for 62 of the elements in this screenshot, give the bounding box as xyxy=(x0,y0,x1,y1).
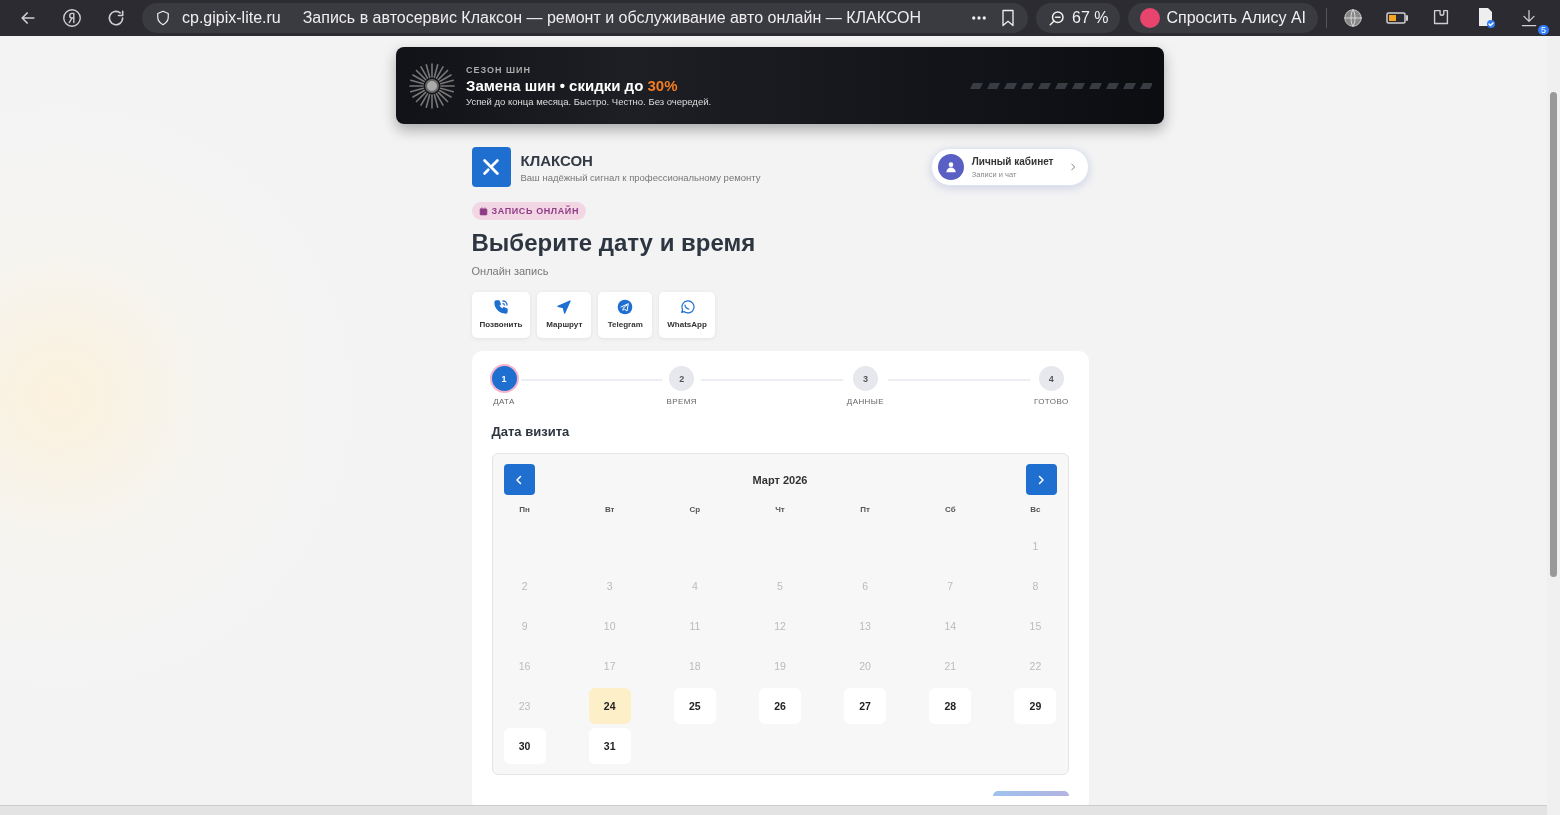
calendar-day[interactable]: 27 xyxy=(844,688,887,724)
section-title: Дата визита xyxy=(491,424,571,439)
shield-icon xyxy=(154,9,172,27)
page-title: Запись в автосервис Клаксон — ремонт и обслуживание авто онлайн — КЛАКСОН xyxy=(302,9,922,27)
assistant-button[interactable]: Спросить Алису AI xyxy=(1128,3,1319,33)
calendar-day[interactable]: 31 xyxy=(588,728,631,764)
weekday-label: Пт xyxy=(859,505,871,516)
chat-phone-icon xyxy=(679,299,696,315)
brand-tagline: Ваш надёжный сигнал к профессиональному ремонту xyxy=(520,171,761,183)
zoom-out-icon xyxy=(1048,9,1066,27)
horizontal-scrollbar[interactable] xyxy=(0,805,1547,815)
person-icon xyxy=(943,160,958,174)
previous-month-button[interactable] xyxy=(503,464,535,495)
phone-icon xyxy=(492,299,509,315)
calendar-day[interactable]: 28 xyxy=(929,688,972,724)
calendar-icon xyxy=(478,206,488,216)
step-indicator: 2 ВРЕМЯ xyxy=(666,366,697,406)
brand-name: КЛАКСОН xyxy=(520,151,594,169)
downloads-count: 5 xyxy=(1538,25,1550,35)
page-subheading: Онлайн запись xyxy=(471,265,550,277)
banner-headline: Замена шин • скидки до 30% xyxy=(466,76,679,94)
step-indicator: 3 ДАННЫЕ xyxy=(846,366,884,406)
step-indicator: 1 ДАТА xyxy=(491,366,517,406)
step-number: 2 xyxy=(669,366,695,391)
tire-icon xyxy=(408,61,456,110)
downloads-button[interactable]: 5 xyxy=(1511,3,1548,33)
calendar-day[interactable]: 25 xyxy=(673,688,716,724)
address-bar[interactable]: cp.gipix-lite.ru Запись в автосервис Клаксон — ремонт и обслуживание авто онлайн — КЛАКСОН xyxy=(142,3,1028,33)
road-stripes-icon xyxy=(970,82,1152,89)
reload-icon xyxy=(106,8,126,28)
calendar-day[interactable]: 24 xyxy=(588,688,631,724)
paper-plane-circle-icon xyxy=(617,299,634,315)
weekday-label: Ср xyxy=(688,505,702,516)
step-number: 4 xyxy=(1038,366,1064,391)
weekday-label: Сб xyxy=(943,505,957,516)
contact-button[interactable]: Маршрут xyxy=(537,292,592,338)
calendar-day[interactable]: 30 xyxy=(503,728,546,764)
assistant-logo-icon xyxy=(1140,8,1161,28)
circle-logo-icon xyxy=(61,7,83,29)
contact-button[interactable]: Позвонить xyxy=(471,292,531,338)
next-month-button[interactable] xyxy=(1025,464,1057,495)
weekday-label: Чт xyxy=(774,505,786,516)
banner-subtitle: Успей до конца месяца. Быстро. Честно. Без очередей. xyxy=(466,95,712,107)
step-number: 1 xyxy=(491,366,517,391)
zoom-button[interactable]: 67 % xyxy=(1036,3,1121,33)
page-heading: Выберите дату и время xyxy=(471,229,757,257)
vertical-scrollbar[interactable] xyxy=(1547,36,1560,815)
month-label: Март 2026 xyxy=(752,473,808,486)
step-number: 3 xyxy=(852,366,878,391)
url-text: cp.gipix-lite.ru xyxy=(182,9,281,27)
weekday-label: Вс xyxy=(1029,505,1042,516)
globe-icon xyxy=(1342,7,1365,29)
step-indicator: 4 ГОТОВО xyxy=(1033,366,1069,406)
online-booking-badge: ЗАПИСЬ ОНЛАЙН xyxy=(471,202,586,220)
calendar-day[interactable]: 26 xyxy=(758,688,802,724)
calendar-day[interactable]: 29 xyxy=(1014,688,1057,724)
weekday-label: Пн xyxy=(518,505,531,516)
weekday-label: Вт xyxy=(603,505,616,516)
navigation-arrow-icon xyxy=(556,299,573,315)
contact-button[interactable]: Telegram xyxy=(598,292,653,338)
contact-button[interactable]: WhatsApp xyxy=(659,292,715,338)
banner-eyebrow: СЕЗОН ШИН xyxy=(466,64,533,75)
